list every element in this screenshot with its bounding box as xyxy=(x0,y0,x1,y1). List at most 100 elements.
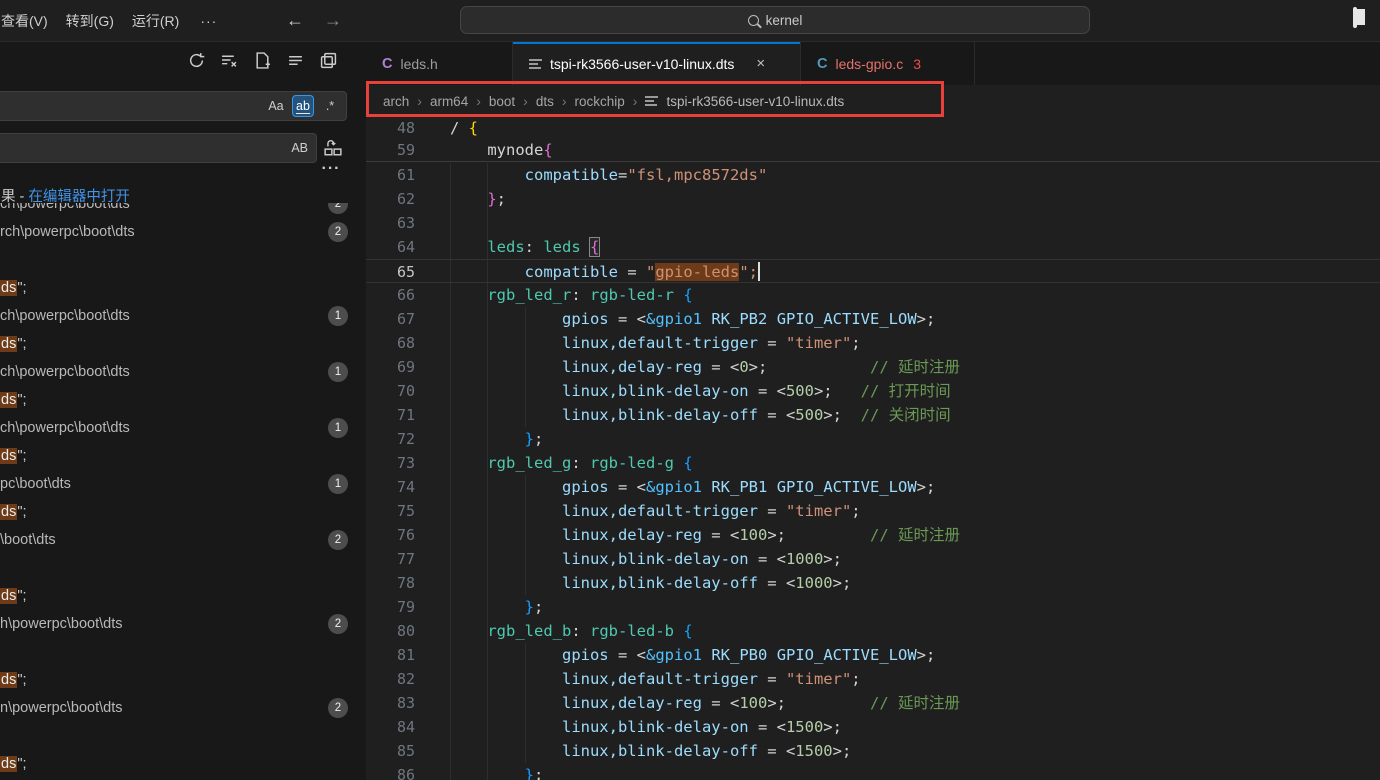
toggle-search-details-button[interactable]: ··· xyxy=(318,160,344,178)
code-line[interactable]: 73 rgb_led_g: rgb-led-g { xyxy=(366,451,1380,475)
search-result-match-row[interactable]: ds"; xyxy=(0,498,366,526)
close-tab-icon[interactable]: × xyxy=(756,55,765,72)
code-line[interactable]: 84 linux,blink-delay-on = <1500>; xyxy=(366,715,1380,739)
search-result-match-row[interactable]: ds"; xyxy=(0,386,366,414)
whole-word-toggle[interactable]: ab xyxy=(292,95,314,117)
search-result-file-row[interactable]: ch\powerpc\boot\dts1 xyxy=(0,358,366,386)
code-line[interactable]: 69 linux,delay-reg = <0>; // 延时注册 xyxy=(366,355,1380,379)
code-line[interactable]: 63 xyxy=(366,211,1380,235)
search-result-file-row[interactable]: h\powerpc\boot\dts 2 xyxy=(0,610,366,638)
code-line[interactable]: 79 }; xyxy=(366,595,1380,619)
code-line[interactable]: 74 gpios = <&gpio1 RK_PB1 GPIO_ACTIVE_LO… xyxy=(366,475,1380,499)
forward-arrow-icon[interactable]: → xyxy=(324,10,342,31)
menu-more-button[interactable]: ··· xyxy=(188,13,229,29)
code-line[interactable]: 48/ { xyxy=(366,117,1380,139)
breadcrumb-segment[interactable]: boot xyxy=(489,94,515,109)
code-line[interactable]: 59 mynode{ xyxy=(366,139,1380,161)
tab-tspi-dts[interactable]: tspi-rk3566-user-v10-linux.dts × xyxy=(513,42,801,85)
code-editor[interactable]: 48/ {59 mynode{ 61 compatible="fsl,mpc85… xyxy=(366,117,1380,780)
code-line[interactable]: 80 rgb_led_b: rgb-led-b { xyxy=(366,619,1380,643)
search-result-file-row[interactable]: n\powerpc\boot\dts2 xyxy=(0,694,366,722)
preserve-case-toggle[interactable]: AB xyxy=(291,141,308,155)
search-result-file-row[interactable]: ch\powerpc\boot\dts2 xyxy=(0,203,366,218)
code-line[interactable]: 75 linux,default-trigger = "timer"; xyxy=(366,499,1380,523)
line-number: 61 xyxy=(366,163,415,187)
tab-leds-gpio-c[interactable]: C leds-gpio.c 3 xyxy=(801,42,975,85)
replace-all-button[interactable] xyxy=(322,137,344,159)
refresh-icon[interactable] xyxy=(186,50,207,71)
command-center-search[interactable]: kernel xyxy=(460,6,1090,34)
new-search-editor-icon[interactable] xyxy=(252,50,273,71)
breadcrumb-segment[interactable]: arch xyxy=(383,94,409,109)
line-number: 66 xyxy=(366,283,415,307)
code-line[interactable]: 78 linux,blink-delay-off = <1000>; xyxy=(366,571,1380,595)
breadcrumb[interactable]: arch›arm64›boot›dts›rockchip›tspi-rk3566… xyxy=(366,85,1380,117)
code-line[interactable]: 66 rgb_led_r: rgb-led-r { xyxy=(366,283,1380,307)
match-text: "; xyxy=(17,336,26,352)
line-number: 81 xyxy=(366,643,415,667)
match-highlight: ds xyxy=(0,392,17,408)
code-line[interactable]: 61 compatible="fsl,mpc8572ds" xyxy=(366,163,1380,187)
search-result-file-row[interactable]: rch\powerpc\boot\dts2 xyxy=(0,218,366,246)
code-line[interactable]: 83 linux,delay-reg = <100>; // 延时注册 xyxy=(366,691,1380,715)
breadcrumb-file[interactable]: tspi-rk3566-user-v10-linux.dts xyxy=(666,94,844,109)
match-count-badge: 1 xyxy=(328,362,348,382)
match-count-badge: 1 xyxy=(328,306,348,326)
file-path: pc\boot\dts xyxy=(0,476,71,492)
code-line[interactable]: 67 gpios = <&gpio1 RK_PB2 GPIO_ACTIVE_LO… xyxy=(366,307,1380,331)
code-line[interactable]: 71 linux,blink-delay-off = <500>; // 关闭时… xyxy=(366,403,1380,427)
match-highlight: ds xyxy=(0,756,17,772)
replace-input[interactable]: AB xyxy=(0,133,317,163)
search-input[interactable]: Aa ab .* xyxy=(0,91,347,121)
menu-run[interactable]: 运行(R) xyxy=(123,11,188,31)
breadcrumb-segment[interactable]: dts xyxy=(536,94,554,109)
search-result-file-row[interactable]: \boot\dts2 xyxy=(0,526,366,554)
editor-group: C leds.h tspi-rk3566-user-v10-linux.dts … xyxy=(366,42,1380,780)
menu-goto[interactable]: 转到(G) xyxy=(57,11,123,31)
file-path: h\powerpc\boot\dts xyxy=(0,616,123,632)
file-path: ch\powerpc\boot\dts xyxy=(0,420,130,436)
search-result-match-row[interactable]: ds"; xyxy=(0,330,366,358)
code-line[interactable]: 85 linux,blink-delay-off = <1500>; xyxy=(366,739,1380,763)
search-result-match-row[interactable]: ds"; xyxy=(0,666,366,694)
match-case-toggle[interactable]: Aa xyxy=(265,95,287,117)
layout-toggle-button[interactable] xyxy=(1353,9,1380,31)
match-count-badge: 2 xyxy=(328,698,348,718)
search-result-file-row[interactable]: ch\powerpc\boot\dts1 xyxy=(0,414,366,442)
breadcrumb-segment[interactable]: rockchip xyxy=(575,94,625,109)
match-count-badge: 2 xyxy=(328,614,348,634)
code-line[interactable]: 70 linux,blink-delay-on = <500>; // 打开时间 xyxy=(366,379,1380,403)
open-in-editor-icon[interactable] xyxy=(318,50,339,71)
search-result-match-row[interactable]: ds"; xyxy=(0,750,366,778)
code-line[interactable]: 64 leds: leds { xyxy=(366,235,1380,259)
code-line[interactable]: 62 }; xyxy=(366,187,1380,211)
code-line[interactable]: 77 linux,blink-delay-on = <1000>; xyxy=(366,547,1380,571)
menu-view[interactable]: 查看(V) xyxy=(0,11,57,31)
search-result-match-row[interactable]: ds"; xyxy=(0,274,366,302)
search-result-empty-row xyxy=(0,722,366,750)
tab-leds-h[interactable]: C leds.h xyxy=(366,42,513,85)
breadcrumb-segment[interactable]: arm64 xyxy=(430,94,468,109)
collapse-all-icon[interactable] xyxy=(285,50,306,71)
line-number: 63 xyxy=(366,211,415,235)
search-result-match-row[interactable]: ds"; xyxy=(0,442,366,470)
back-arrow-icon[interactable]: ← xyxy=(286,10,304,31)
search-result-match-row[interactable]: ds"; xyxy=(0,582,366,610)
line-number: 83 xyxy=(366,691,415,715)
tab-label: leds-gpio.c xyxy=(835,56,903,72)
code-line[interactable]: 65 compatible = "gpio-leds"; xyxy=(366,259,1380,283)
match-highlight: ds xyxy=(0,672,17,688)
line-number: 77 xyxy=(366,547,415,571)
regex-toggle[interactable]: .* xyxy=(319,95,341,117)
search-result-file-row[interactable]: ch\powerpc\boot\dts1 xyxy=(0,302,366,330)
code-line[interactable]: 82 linux,default-trigger = "timer"; xyxy=(366,667,1380,691)
line-number: 84 xyxy=(366,715,415,739)
code-line[interactable]: 76 linux,delay-reg = <100>; // 延时注册 xyxy=(366,523,1380,547)
code-line[interactable]: 68 linux,default-trigger = "timer"; xyxy=(366,331,1380,355)
clear-results-icon[interactable] xyxy=(219,50,240,71)
search-result-file-row[interactable]: pc\boot\dts1 xyxy=(0,470,366,498)
code-line[interactable]: 81 gpios = <&gpio1 RK_PB0 GPIO_ACTIVE_LO… xyxy=(366,643,1380,667)
code-line[interactable]: 72 }; xyxy=(366,427,1380,451)
line-number: 79 xyxy=(366,595,415,619)
code-line[interactable]: 86 }; xyxy=(366,763,1380,780)
